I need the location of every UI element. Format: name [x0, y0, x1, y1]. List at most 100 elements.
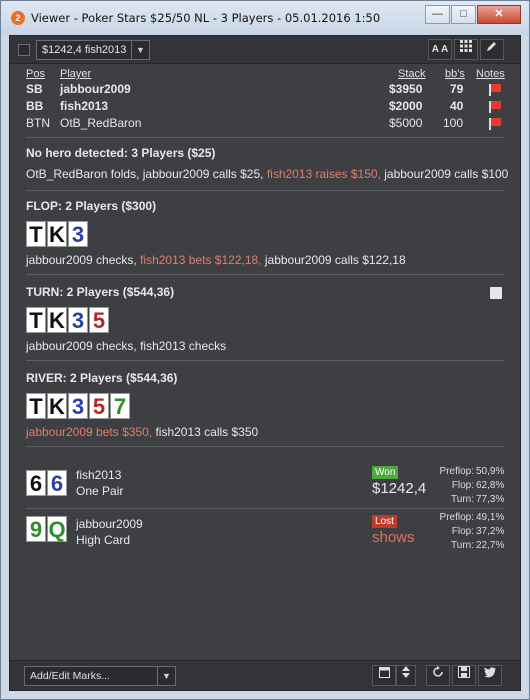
river-title: RIVER: 2 Players ($544,36) [26, 371, 178, 385]
lost-badge: Lost [372, 515, 397, 528]
equity-value: 49,1% [476, 512, 505, 523]
won-badge: Won [372, 466, 399, 479]
board-card: 3 [68, 393, 88, 419]
note-icon[interactable] [490, 287, 502, 299]
hole-cards: 9 Q [26, 516, 68, 542]
maximize-button[interactable]: □ [451, 5, 476, 24]
player-bbs: 79 [450, 82, 464, 96]
twitter-icon[interactable] [478, 665, 502, 686]
board-card: 3 [68, 307, 88, 333]
divider [26, 190, 504, 191]
player-pos: BB [26, 99, 44, 113]
turn-actions: jabbour2009 checks, fish2013 checks [26, 339, 227, 353]
save-icon[interactable] [452, 665, 476, 686]
bottom-toolbar: Add/Edit Marks... ▼ [10, 660, 520, 690]
top-toolbar: $1242,4 fish2013 ▼ A A [10, 36, 520, 64]
board-card: K [47, 307, 67, 333]
board-card: 5 [89, 307, 109, 333]
player-name: OtB_RedBaron [60, 116, 142, 130]
divider [26, 508, 504, 509]
equity-value: 50,9% [476, 466, 505, 477]
viewer-content: $1242,4 fish2013 ▼ A A Pos Player Stack … [9, 35, 521, 691]
board-card: T [26, 307, 46, 333]
player-bbs: 40 [450, 99, 464, 113]
equity-value: 37,2% [476, 526, 505, 537]
player-stack: $2000 [389, 99, 423, 113]
notes-header[interactable]: Notes [476, 68, 505, 80]
board-card: K [47, 393, 67, 419]
window-controls: — □ ✕ [425, 5, 521, 25]
divider [26, 274, 504, 275]
sort-icon[interactable] [396, 665, 416, 686]
player-pos: BTN [26, 116, 50, 130]
equity-label: Turn: [451, 494, 474, 505]
equity-label: Preflop: [439, 512, 474, 523]
note-flag-icon[interactable] [489, 118, 501, 131]
equity-value: 22,7% [476, 540, 505, 551]
calendar-icon[interactable] [372, 665, 396, 686]
board-card: K [47, 221, 67, 247]
result-player-name: fish2013 [76, 468, 122, 482]
player-bbs: 100 [443, 116, 464, 130]
chevron-down-icon[interactable]: ▼ [131, 41, 149, 59]
equity-value: 77,3% [476, 494, 505, 505]
turn-title: TURN: 2 Players ($544,36) [26, 285, 175, 299]
action-text: jabbour2009 calls $122,18 [261, 253, 406, 267]
hand-select[interactable]: $1242,4 fish2013 ▼ [36, 40, 150, 60]
divider [26, 360, 504, 361]
equity-label: Turn: [451, 540, 474, 551]
app-logo-icon: 2 [11, 11, 25, 25]
hole-cards: 6 6 [26, 470, 68, 496]
highlight-action: jabbour2009 bets $350, [26, 425, 153, 439]
hand-checkbox[interactable] [18, 44, 30, 56]
equity-label: Preflop: [439, 466, 474, 477]
action-text: OtB_RedBaron folds, jabbour2009 calls $2… [26, 167, 267, 181]
note-flag-icon[interactable] [489, 84, 501, 97]
result-player-name: jabbour2009 [76, 517, 143, 531]
hole-card: Q [47, 516, 67, 542]
player-row[interactable]: SB jabbour2009 $3950 79 [26, 82, 506, 99]
marks-select[interactable]: Add/Edit Marks... ▼ [24, 666, 176, 686]
board-card: 7 [110, 393, 130, 419]
grid-icon[interactable] [454, 39, 478, 60]
player-row[interactable]: BB fish2013 $2000 40 [26, 99, 506, 116]
hole-card: 6 [26, 470, 46, 496]
highlight-action: fish2013 bets $122,18, [140, 253, 262, 267]
close-button[interactable]: ✕ [477, 5, 521, 24]
action-text: jabbour2009 calls $100 [380, 167, 509, 181]
hole-card: 6 [47, 470, 67, 496]
player-name: fish2013 [60, 99, 109, 113]
player-pos: SB [26, 82, 43, 96]
window-title: Viewer - Poker Stars $25/50 NL - 3 Playe… [31, 11, 381, 25]
divider [26, 446, 504, 447]
pencil-icon[interactable] [480, 39, 504, 60]
note-flag-icon[interactable] [489, 101, 501, 114]
result-row[interactable]: 6 6 fish2013 One Pair Won $1242,4 Preflo… [26, 464, 504, 506]
viewer-window: 2 Viewer - Poker Stars $25/50 NL - 3 Pla… [0, 0, 530, 700]
bbs-header[interactable]: bb's [445, 68, 465, 80]
player-stack: $5000 [389, 116, 423, 130]
hole-card: 9 [26, 516, 46, 542]
player-row[interactable]: BTN OtB_RedBaron $5000 100 [26, 116, 506, 133]
title-bar[interactable]: 2 Viewer - Poker Stars $25/50 NL - 3 Pla… [1, 1, 529, 35]
font-size-button[interactable]: A A [428, 39, 452, 60]
equity-label: Flop: [451, 480, 474, 491]
divider [26, 137, 504, 138]
board-card: T [26, 393, 46, 419]
board-card: 5 [89, 393, 109, 419]
pos-header[interactable]: Pos [26, 68, 45, 80]
marks-select-placeholder: Add/Edit Marks... [30, 670, 110, 682]
chevron-down-icon[interactable]: ▼ [157, 667, 175, 685]
flop-cards: T K 3 [26, 221, 89, 247]
equity-label: Flop: [451, 526, 474, 537]
refresh-icon[interactable] [426, 665, 450, 686]
river-cards: T K 3 5 7 [26, 393, 131, 419]
equity-value: 62,8% [476, 480, 505, 491]
stack-header[interactable]: Stack [398, 68, 426, 80]
action-text: fish2013 calls $350 [152, 425, 259, 439]
river-actions: jabbour2009 bets $350, fish2013 calls $3… [26, 425, 258, 439]
preflop-title: No hero detected: 3 Players ($25) [26, 146, 216, 160]
player-header[interactable]: Player [60, 68, 91, 80]
result-row[interactable]: 9 Q jabbour2009 High Card Lost shows Pre… [26, 510, 504, 552]
minimize-button[interactable]: — [425, 5, 450, 24]
